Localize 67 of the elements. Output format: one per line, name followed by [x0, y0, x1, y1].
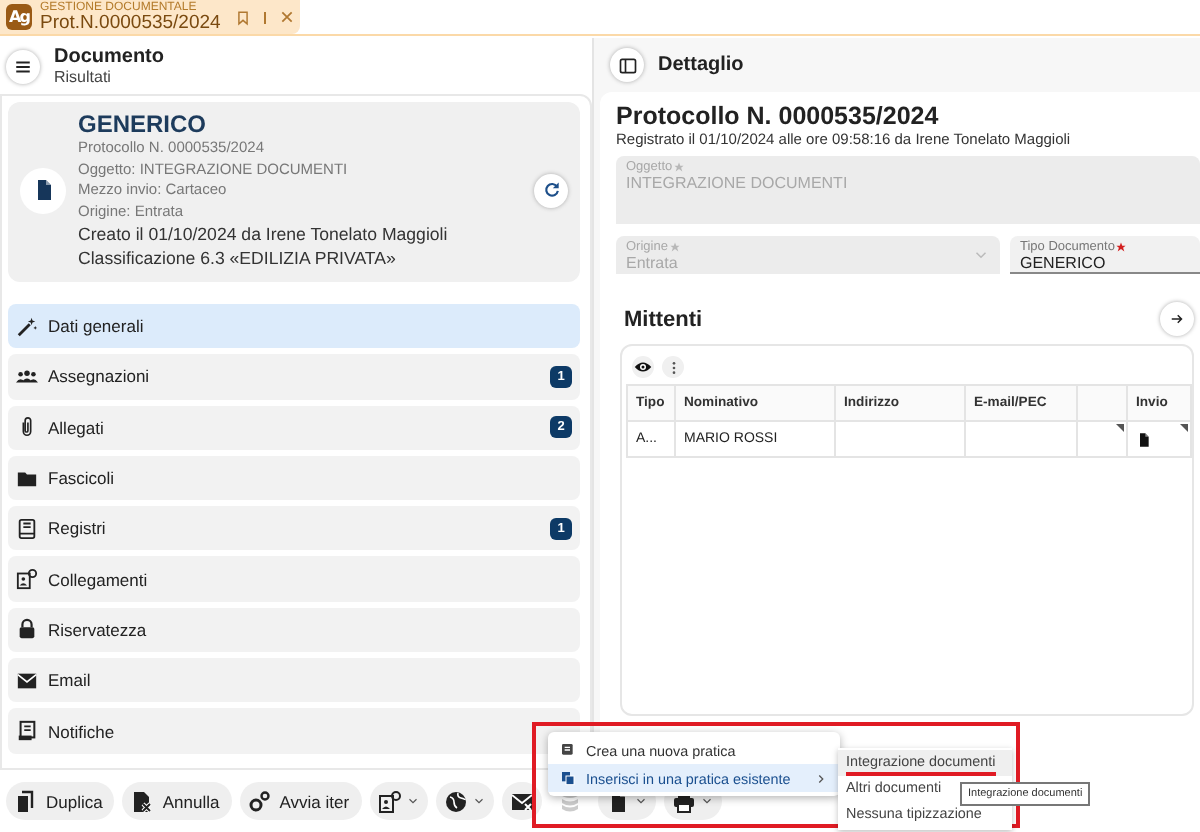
refresh-button[interactable] — [534, 173, 568, 207]
visibility-button[interactable] — [632, 356, 654, 378]
summary-detail: Classificazione 6.3 «EDILIZIA PRIVATA» — [78, 246, 398, 270]
app-logo: Ag — [6, 4, 32, 30]
text-button[interactable]: Avvia iter — [239, 782, 362, 820]
nav-label: Fascicoli — [48, 468, 115, 489]
magic-wand-icon — [16, 315, 38, 338]
nav-label: Assegnazioni — [48, 366, 150, 387]
arrow-right-icon — [1168, 310, 1186, 328]
nav-item[interactable]: Collegamenti — [8, 556, 580, 602]
panel-toggle-button[interactable] — [610, 48, 644, 82]
close-icon — [280, 9, 294, 23]
table-cell — [835, 421, 965, 457]
breadcrumb-link[interactable]: Risultati — [54, 68, 164, 87]
insert-document-icon — [560, 770, 576, 786]
field-value: Entrata — [626, 253, 680, 271]
menu-icon — [14, 57, 32, 75]
forward-button[interactable] — [1160, 302, 1194, 336]
nav-label: Notifiche — [48, 721, 115, 742]
dropdown-button[interactable] — [369, 782, 428, 820]
nav-item[interactable]: Email — [8, 658, 580, 703]
text-button[interactable]: Annulla — [122, 782, 232, 820]
mail-icon — [509, 789, 534, 813]
notebook-icon — [16, 720, 38, 743]
divider-icon — [262, 9, 268, 25]
nav-item[interactable]: Fascicoli — [8, 455, 580, 501]
table-cell — [965, 421, 1077, 457]
caret-icon — [633, 794, 648, 808]
caret-icon — [471, 794, 486, 808]
icon-button[interactable] — [501, 782, 542, 820]
nav-label: Riservatezza — [48, 619, 147, 640]
caret-icon — [699, 794, 714, 808]
summary-detail: Creato il 01/10/2024 da Irene Tonelato Maggioli — [78, 222, 450, 246]
lock-icon — [16, 618, 38, 641]
field-value: INTEGRAZIONE DOCUMENTI — [626, 174, 850, 192]
section-title: Mittenti — [624, 307, 703, 331]
copy-icon — [14, 789, 38, 813]
panel-title: Dettaglio — [658, 54, 744, 76]
people-icon — [16, 365, 38, 388]
nav-label: Registri — [48, 518, 106, 539]
text-button[interactable]: Duplica — [6, 782, 115, 820]
envelope-icon — [16, 669, 38, 692]
book-icon — [16, 517, 38, 540]
nav-label: Collegamenti — [48, 569, 148, 590]
folder-icon — [16, 467, 38, 490]
eye-icon — [634, 358, 652, 376]
nav-item[interactable]: Dati generali — [8, 304, 580, 349]
sidebar-icon — [617, 55, 637, 75]
nav-label: Dati generali — [48, 316, 144, 337]
document-type: GENERICO — [78, 110, 209, 138]
more-button[interactable] — [662, 356, 684, 378]
globe-icon — [443, 789, 468, 813]
file-icon — [1136, 431, 1152, 447]
panel-title: Documento — [54, 45, 164, 69]
tab-title: Prot.N.0000535/2024 — [40, 13, 221, 33]
nav-item[interactable]: Notifiche — [8, 708, 580, 754]
nav-label: Allegati — [48, 417, 104, 438]
refresh-icon — [541, 180, 561, 200]
menu-button[interactable] — [6, 49, 40, 83]
nav-label: Email — [48, 670, 91, 691]
caret-icon — [405, 794, 420, 808]
field-value: GENERICO — [1020, 254, 1108, 272]
cancel-document-icon — [130, 789, 155, 813]
record-title: Protocollo N. 0000535/2024 — [616, 102, 941, 130]
nav-item[interactable]: Riservatezza — [8, 607, 580, 653]
dropdown-button[interactable] — [435, 782, 494, 820]
bookmark-icon — [236, 9, 250, 25]
